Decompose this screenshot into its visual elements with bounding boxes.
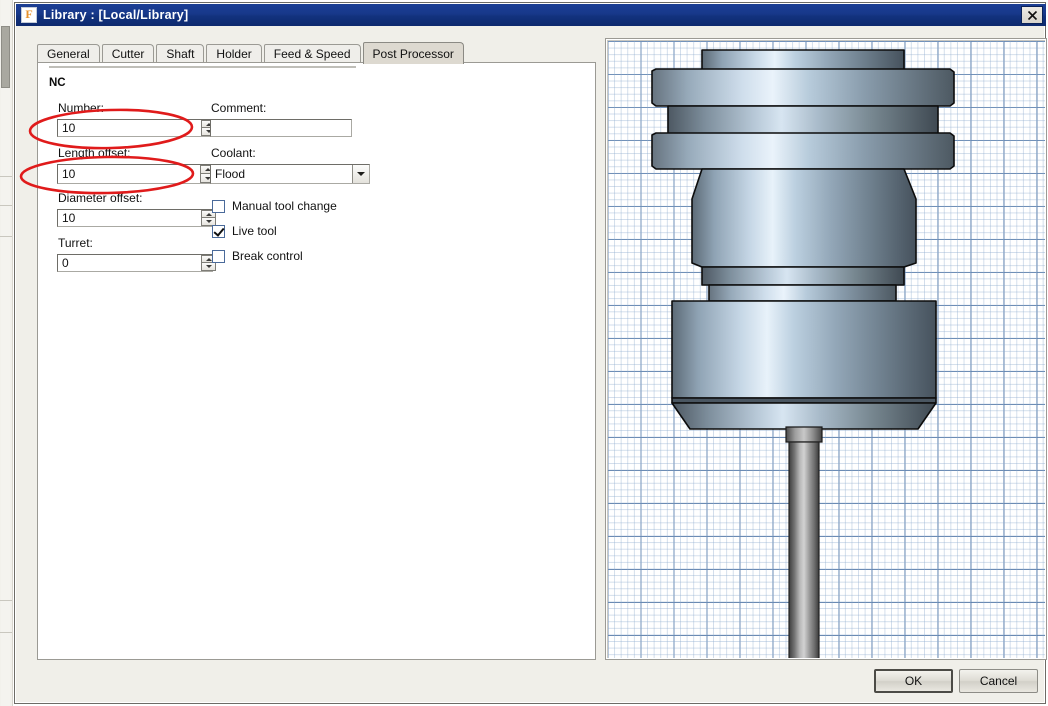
chevron-down-icon[interactable] <box>352 165 369 183</box>
checkbox-icon[interactable] <box>212 249 225 263</box>
tab-strip: General Cutter Shaft Holder Feed & Speed… <box>37 42 466 64</box>
background-scrollbar-thumb[interactable] <box>1 26 10 88</box>
tab-label: General <box>47 47 90 61</box>
tab-post-processor[interactable]: Post Processor <box>362 42 464 64</box>
coolant-label: Coolant: <box>211 146 256 160</box>
length-offset-label: Length offset: <box>58 146 131 160</box>
title-bar[interactable]: Library : [Local/Library] <box>16 4 1046 26</box>
checkbox-label: Live tool <box>232 224 277 238</box>
background-rule <box>0 632 12 633</box>
comment-label: Comment: <box>211 101 267 115</box>
background-left-strip <box>0 0 13 706</box>
nc-group-separator <box>49 66 356 68</box>
checkbox-label: Manual tool change <box>232 199 337 213</box>
comment-input[interactable] <box>210 119 352 137</box>
checkbox-live-tool[interactable]: Live tool <box>212 224 277 238</box>
diameter-offset-input[interactable]: 10 <box>57 209 213 227</box>
tool-geometry <box>651 49 955 659</box>
diameter-offset-label: Diameter offset: <box>58 191 143 205</box>
checkbox-icon[interactable] <box>212 199 225 213</box>
background-rule <box>0 236 12 237</box>
post-processor-panel: NC Number: 10 Comment: Length offset: 10… <box>37 62 596 660</box>
app-f-icon <box>21 7 37 23</box>
background-rule <box>0 600 12 601</box>
window-title: Library : [Local/Library] <box>43 8 189 22</box>
tab-label: Shaft <box>166 47 195 61</box>
screen: Library : [Local/Library] General Cutter… <box>0 0 1048 706</box>
background-rule <box>0 176 12 177</box>
tab-shaft[interactable]: Shaft <box>156 44 205 63</box>
tool-3d-preview[interactable] <box>605 38 1047 660</box>
library-dialog: Library : [Local/Library] General Cutter… <box>14 2 1047 704</box>
close-icon[interactable] <box>1021 6 1043 24</box>
tab-label: Post Processor <box>372 46 454 61</box>
length-offset-input[interactable]: 10 <box>57 164 213 184</box>
number-input[interactable]: 10 <box>57 119 213 137</box>
coolant-select[interactable]: Flood <box>210 164 370 184</box>
turret-input[interactable]: 0 <box>57 254 213 272</box>
tab-general[interactable]: General <box>37 44 100 63</box>
background-rule <box>0 205 12 206</box>
turret-label: Turret: <box>58 236 93 250</box>
tab-holder[interactable]: Holder <box>206 44 262 63</box>
coolant-value: Flood <box>215 167 246 181</box>
checkbox-label: Break control <box>232 249 303 263</box>
cancel-button[interactable]: Cancel <box>959 669 1038 693</box>
tab-label: Feed & Speed <box>273 47 351 61</box>
nc-group-title: NC <box>49 77 66 89</box>
tab-cutter[interactable]: Cutter <box>101 44 155 63</box>
turret-stepper-down[interactable] <box>201 263 216 271</box>
ok-button[interactable]: OK <box>874 669 953 693</box>
checkbox-checked-icon[interactable] <box>212 224 225 238</box>
tab-feed-and-speed[interactable]: Feed & Speed <box>263 44 361 63</box>
number-label: Number: <box>58 101 105 115</box>
tab-label: Holder <box>216 47 252 61</box>
checkbox-break-control[interactable]: Break control <box>212 249 303 263</box>
tab-label: Cutter <box>111 47 145 61</box>
checkbox-manual-tool-change[interactable]: Manual tool change <box>212 199 337 213</box>
